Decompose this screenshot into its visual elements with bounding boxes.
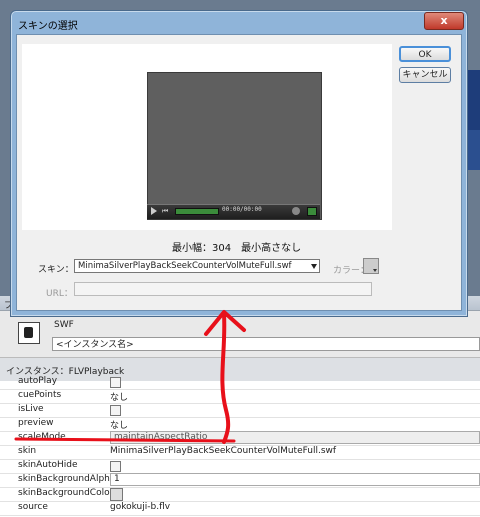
- url-input[interactable]: [74, 282, 372, 296]
- param-name: skinAutoHide: [18, 460, 78, 470]
- param-row: isLive: [0, 403, 480, 418]
- param-name: skinBackgroundColor: [18, 488, 114, 498]
- param-name: autoPlay: [18, 376, 58, 386]
- cancel-button[interactable]: キャンセル: [399, 67, 451, 83]
- url-label: URL：: [46, 289, 73, 299]
- close-button[interactable]: x: [424, 12, 464, 30]
- param-row: scaleMode maintainAspectRatio: [0, 431, 480, 446]
- param-row: skinBackgroundAlpha 1: [0, 473, 480, 488]
- param-value[interactable]: なし: [110, 418, 128, 431]
- param-value[interactable]: なし: [110, 390, 128, 403]
- param-row: skinAutoHide: [0, 459, 480, 474]
- param-value[interactable]: MinimaSilverPlayBackSeekCounterVolMuteFu…: [110, 446, 336, 456]
- param-checkbox[interactable]: [110, 405, 121, 416]
- skin-label: スキン：: [38, 265, 74, 275]
- param-checkbox[interactable]: [110, 461, 121, 472]
- skip-back-icon: ⏮: [162, 207, 169, 215]
- min-size-text: 最小幅：304 最小高さなし: [172, 243, 302, 254]
- volume-icon: [292, 207, 300, 215]
- seek-bar: [175, 208, 219, 215]
- player-time-display: 00:00/00:00: [222, 206, 262, 213]
- param-row: skinBackgroundColor: [0, 487, 480, 502]
- play-icon: [151, 207, 157, 215]
- param-value[interactable]: gokokuji-b.flv: [110, 502, 170, 512]
- param-name: skin: [18, 446, 37, 456]
- param-name: preview: [18, 418, 54, 428]
- skin-dropdown-value: MinimaSilverPlayBackSeekCounterVolMuteFu…: [78, 261, 292, 271]
- fullscreen-icon: [307, 207, 317, 216]
- background-panel-accent: [466, 70, 480, 130]
- param-name: cuePoints: [18, 390, 62, 400]
- color-picker-button[interactable]: [363, 258, 379, 274]
- swf-label: SWF: [54, 320, 74, 330]
- param-input[interactable]: maintainAspectRatio: [110, 431, 480, 444]
- param-row: cuePoints なし: [0, 389, 480, 404]
- instance-name-input[interactable]: <インスタンス名>: [52, 337, 480, 351]
- component-parameters-list: autoPlay cuePoints なし isLive preview なし …: [0, 376, 480, 517]
- ok-button[interactable]: OK: [399, 46, 451, 62]
- param-row: autoPlay: [0, 375, 480, 390]
- skin-dropdown[interactable]: MinimaSilverPlayBackSeekCounterVolMuteFu…: [74, 259, 320, 273]
- param-row: preview なし: [0, 417, 480, 432]
- video-player-preview: [147, 72, 322, 220]
- chevron-down-icon: [311, 264, 317, 269]
- param-row: skin MinimaSilverPlayBackSeekCounterVolM…: [0, 445, 480, 460]
- param-color-swatch[interactable]: [110, 488, 123, 501]
- param-name: scaleMode: [18, 432, 66, 442]
- param-name: skinBackgroundAlpha: [18, 474, 116, 484]
- swf-symbol-icon: [18, 322, 40, 344]
- param-name: source: [18, 502, 48, 512]
- param-name: isLive: [18, 404, 44, 414]
- param-checkbox[interactable]: [110, 377, 121, 388]
- param-row: source gokokuji-b.flv: [0, 501, 480, 516]
- dialog-title: スキンの選択: [18, 21, 78, 32]
- param-input[interactable]: 1: [110, 473, 480, 486]
- background-panel-accent-2: [466, 130, 480, 170]
